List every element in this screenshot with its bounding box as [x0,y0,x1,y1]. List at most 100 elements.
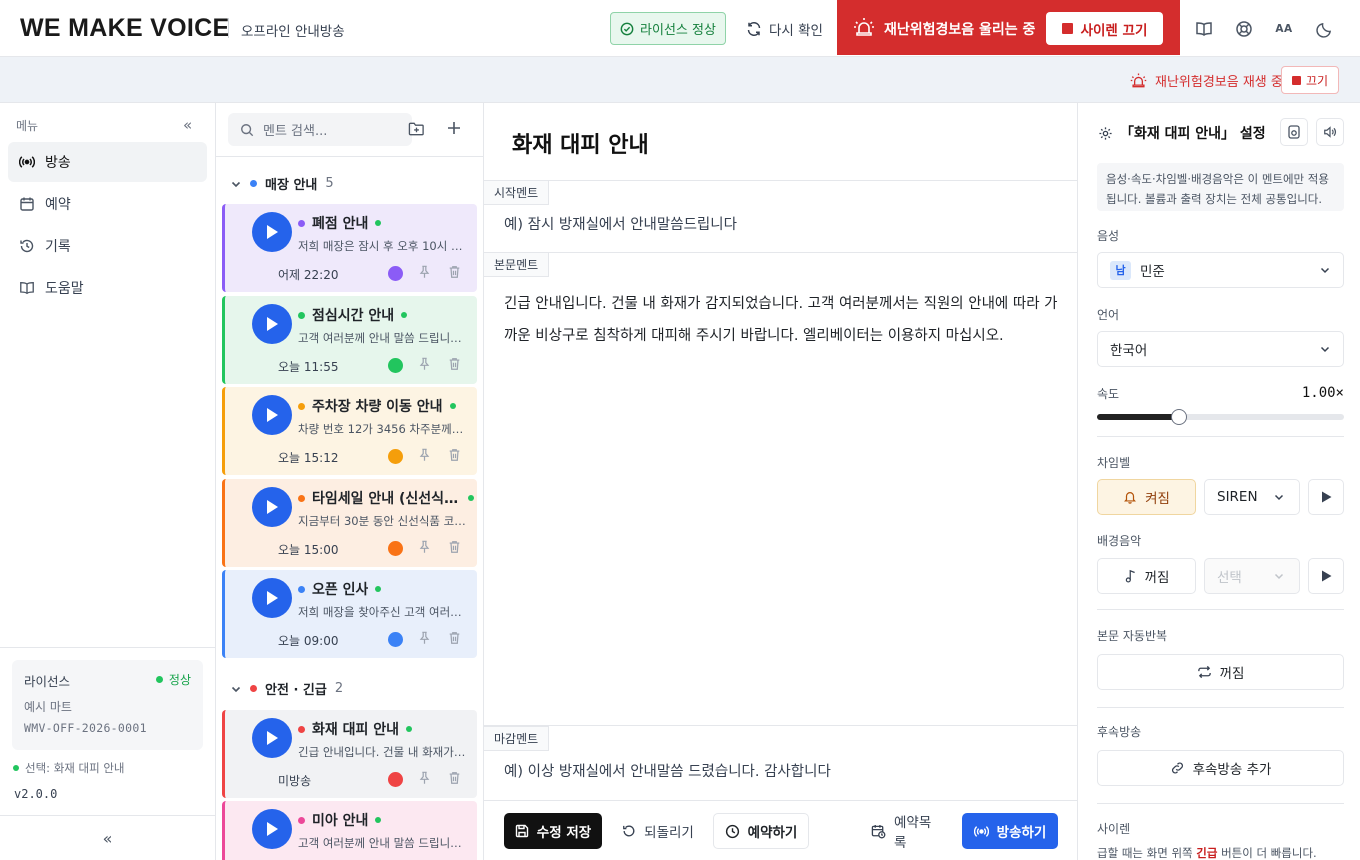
sidebar-item-label: 도움말 [45,281,84,297]
announcement-card[interactable]: 점심시간 안내고객 여러분께 안내 말씀 드립니다. 점심시간 안내입니다. 오늘… [222,296,477,384]
siren-stop-button[interactable]: 사이렌 끄기 [1046,12,1163,45]
reservation-list-label: 예약목록 [894,815,932,851]
speed-slider[interactable] [1097,409,1344,425]
group-count: 5 [325,176,334,191]
sidebar-collapse-bottom-button[interactable]: « [0,815,215,860]
calendar-clock-icon [871,824,886,839]
add-folder-icon[interactable] [408,121,425,137]
card-time: 오늘 09:00 [278,634,339,648]
play-icon[interactable] [252,809,292,849]
alert-notification-bar: 재난위험경보음 재생 중 끄기 [0,57,1360,103]
alert-stop-button[interactable]: 끄기 [1281,66,1339,94]
revert-button[interactable]: 되돌리기 [622,813,694,849]
speed-slider-handle[interactable] [1171,409,1188,425]
sidebar-collapse-button[interactable]: « [183,116,192,134]
section-divider [484,180,1078,181]
sidebar-item-reservation[interactable]: 예약 [8,184,207,224]
group-header-store[interactable]: 매장 안내 5 [230,174,334,193]
recheck-label: 다시 확인 [769,22,823,39]
announcement-card[interactable]: 주차장 차량 이동 안내차량 번호 12가 3456 차주분께서는 차량을 이동… [222,387,477,475]
book-icon [19,280,35,296]
announcement-card[interactable]: 화재 대피 안내긴급 안내입니다. 건물 내 화재가 감지되었습니다. 미방송 [222,710,477,798]
color-picker-dot[interactable] [388,266,403,281]
repeat-toggle[interactable]: 꺼짐 [1097,654,1344,690]
support-icon[interactable] [1233,18,1255,40]
play-icon[interactable] [252,718,292,758]
pin-icon[interactable] [418,631,431,645]
chime-preview-button[interactable] [1308,479,1344,515]
status-dot [449,403,456,409]
save-button[interactable]: 수정 저장 [504,813,602,849]
play-icon[interactable] [252,304,292,344]
card-description: 지금부터 30분 동안 신선식품 코너에서 타임세일을 진행합니다. [298,514,468,528]
check-circle-icon [620,22,634,36]
announcement-card[interactable]: 타임세일 안내 (신선식품) 지금부터 30분 동안 신선식품 코너에서 타임세일… [222,479,477,567]
moon-icon[interactable] [1313,18,1335,40]
app-subtitle: 오프라인 안내방송 [241,24,345,40]
group-header-safety[interactable]: 안전 · 긴급 2 [230,679,343,698]
sidebar-item-history[interactable]: 기록 [8,226,207,266]
bgm-toggle[interactable]: 꺼짐 [1097,558,1196,594]
announcement-card[interactable]: 오픈 인사저희 매장을 찾아주신 고객 여러분 진심으로 감사드립니다. 오늘 0… [222,570,477,658]
search-input[interactable]: 멘트 검색... [228,113,412,146]
card-title: 오픈 인사 [312,582,369,598]
pin-icon[interactable] [418,357,431,371]
pin-icon[interactable] [418,771,431,785]
language-select[interactable]: 한국어 [1097,331,1344,367]
bgm-preview-button[interactable] [1308,558,1344,594]
play-icon[interactable] [252,395,292,435]
color-picker-dot[interactable] [388,449,403,464]
broadcast-label: 방송하기 [996,825,1047,841]
color-picker-dot[interactable] [388,632,403,647]
sidebar-item-help[interactable]: 도움말 [8,268,207,308]
trash-icon[interactable] [448,357,461,371]
book-icon[interactable] [1193,18,1215,40]
bgm-select[interactable]: 선택 [1204,558,1300,594]
siren-icon [1130,72,1147,89]
play-icon[interactable] [252,487,292,527]
color-picker-dot[interactable] [388,541,403,556]
add-announcement-icon[interactable] [447,121,461,135]
announcement-card[interactable]: 미아 안내고객 여러분께 안내 말씀 드립니다. 미아를 찾습니다. [222,801,477,860]
sidebar-item-broadcast[interactable]: 방송 [8,142,207,182]
trash-icon[interactable] [448,771,461,785]
body-text-input[interactable]: 긴급 안내입니다. 건물 내 화재가 감지되었습니다. 고객 여러분께서는 직원… [504,288,1064,352]
recheck-button[interactable]: 다시 확인 [746,12,823,45]
gear-icon [1098,126,1113,141]
preset-icon[interactable] [1280,118,1308,146]
reservation-list-button[interactable]: 예약목록 [871,813,943,851]
chevron-down-icon [230,178,242,190]
trash-icon[interactable] [448,631,461,645]
play-icon[interactable] [252,578,292,618]
volume-icon[interactable] [1316,118,1344,146]
reserve-button[interactable]: 예약하기 [713,813,809,849]
voice-value: 민준 [1140,264,1165,280]
chime-sound-select[interactable]: SIREN [1204,479,1300,515]
add-follow-button[interactable]: 후속방송 추가 [1097,750,1344,786]
broadcast-button[interactable]: 방송하기 [962,813,1058,849]
pin-icon[interactable] [418,540,431,554]
trash-icon[interactable] [448,265,461,279]
broadcast-icon [973,824,989,839]
settings-title: 「화재 대피 안내」 설정 [1098,123,1266,143]
play-icon[interactable] [252,212,292,252]
siren-label: 사이렌 [1097,822,1131,836]
status-dot [375,817,382,823]
repeat-state: 꺼짐 [1219,666,1245,682]
chime-toggle[interactable]: 켜짐 [1097,479,1196,515]
card-title: 화재 대피 안내 [312,722,400,738]
sidebar-item-label: 방송 [45,155,71,171]
voice-select[interactable]: 남 민준 [1097,252,1344,288]
card-title: 타임세일 안내 (신선식품) [312,491,461,507]
pin-icon[interactable] [418,265,431,279]
announcement-card[interactable]: 폐점 안내저희 매장은 잠시 후 오후 10시 30분에 영업을 종료합니다. 어… [222,204,477,292]
trash-icon[interactable] [448,448,461,462]
pin-icon[interactable] [418,448,431,462]
start-text-input[interactable]: 예) 잠시 방재실에서 안내말씀드립니다 [504,209,737,241]
font-size-icon[interactable]: AA [1273,18,1295,40]
color-picker-dot[interactable] [388,358,403,373]
license-status-badge[interactable]: 라이선스 정상 [610,12,726,45]
trash-icon[interactable] [448,540,461,554]
color-picker-dot[interactable] [388,772,403,787]
end-text-input[interactable]: 예) 이상 방재실에서 안내말씀 드렸습니다. 감사합니다 [504,756,831,788]
